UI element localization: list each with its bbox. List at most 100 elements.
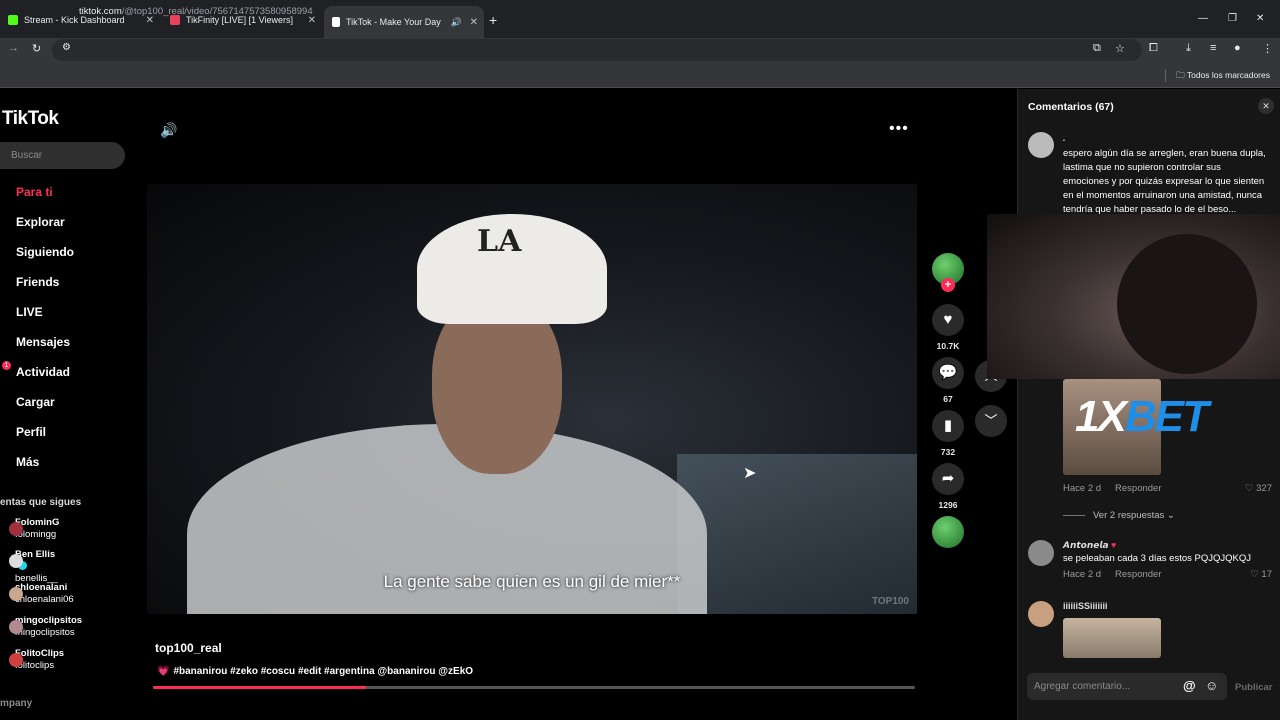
avatar[interactable] xyxy=(1028,540,1054,566)
following-account[interactable]: chloenalani chloenalani06 xyxy=(9,582,74,606)
video-progress-bar[interactable] xyxy=(153,686,915,689)
forward-icon[interactable]: → xyxy=(8,42,19,54)
following-account[interactable]: FolominG folomingg xyxy=(9,517,59,541)
video-player[interactable]: LA La gente sabe quien es un gil de mier… xyxy=(147,184,917,614)
star-icon[interactable]: ☆ xyxy=(1115,42,1125,55)
url-field[interactable] xyxy=(52,39,1142,61)
share-icon[interactable]: ➦ xyxy=(932,463,964,495)
video-author[interactable]: top100_real xyxy=(155,641,222,655)
comment-username[interactable]: 𝘼𝙣𝙩𝙤𝙣𝙚𝙡𝙖 ♥ xyxy=(1063,540,1116,551)
reply-button[interactable]: Responder xyxy=(1115,483,1161,494)
tiktok-icon xyxy=(332,17,340,27)
search-input[interactable]: Buscar xyxy=(0,142,125,169)
tiktok-logo[interactable]: TikTok xyxy=(2,108,59,130)
close-window-icon[interactable]: ✕ xyxy=(1256,13,1264,24)
url-host: tiktok.com xyxy=(79,6,122,17)
all-bookmarks[interactable]: 🗀 Todos los marcadores xyxy=(1176,70,1270,84)
sidebar-item-live[interactable]: LIVE xyxy=(16,305,43,319)
heart-icon: 💗 xyxy=(157,666,170,677)
url-text[interactable]: tiktok.com/@top100_real/video/7567147573… xyxy=(79,6,313,17)
avatar xyxy=(9,620,23,634)
reply-button[interactable]: Responder xyxy=(1115,569,1161,580)
comment-meta: Hace 2 d Responder xyxy=(1063,483,1162,494)
video-watermark: TOP100 xyxy=(871,596,909,607)
heart-outline-icon: ♡ xyxy=(1244,483,1257,494)
comment-text: se peleaban cada 3 días estos PQJQJQKQJ xyxy=(1063,553,1251,564)
comment-icon[interactable]: 💬 xyxy=(932,357,964,389)
close-icon[interactable]: ✕ xyxy=(1258,98,1274,114)
kick-icon xyxy=(8,15,18,25)
emoji-icon[interactable]: ☺ xyxy=(1205,678,1218,693)
comment-image[interactable] xyxy=(1063,618,1161,658)
comment-username[interactable]: . xyxy=(1063,133,1066,143)
reload-icon[interactable]: ↻ xyxy=(32,42,41,55)
sidebar-item-siguiendo[interactable]: Siguiendo xyxy=(16,245,74,259)
avatar[interactable] xyxy=(1028,132,1054,158)
profile-icon[interactable]: ● xyxy=(1234,42,1241,54)
comment-like[interactable]: ♡ 327 xyxy=(1245,483,1272,494)
account-handle: mingoclipsitos xyxy=(15,627,75,638)
bookmark-icon[interactable]: ▮ xyxy=(932,410,964,442)
sidebar-item-mensajes[interactable]: Mensajes xyxy=(16,335,70,349)
account-handle: chloenalani06 xyxy=(15,594,74,605)
follow-plus-icon[interactable]: + xyxy=(941,278,955,292)
address-bar xyxy=(0,38,1280,62)
activity-badge: 1 xyxy=(2,361,11,370)
avatar[interactable] xyxy=(1028,601,1054,627)
site-info-icon[interactable]: ⚙ xyxy=(62,42,71,53)
minimize-icon[interactable]: — xyxy=(1198,13,1208,24)
url-path: /@top100_real/video/7567147573580958994 xyxy=(121,6,313,17)
sidebar-item-actividad[interactable]: Actividad xyxy=(16,365,70,379)
volume-icon[interactable]: 🔊 xyxy=(160,122,177,139)
music-disc-avatar[interactable] xyxy=(932,516,964,548)
comment-like-count: 17 xyxy=(1261,569,1272,580)
video-caption: 💗 #bananirou #zeko #coscu #edit #argentin… xyxy=(157,666,473,677)
sidebar-item-mas[interactable]: Más xyxy=(16,455,39,469)
folder-icon: 🗀 xyxy=(1176,70,1187,80)
following-account[interactable]: mingoclipsitos mingoclipsitos xyxy=(9,615,82,639)
comment-text: espero algún día se arreglen, eran buena… xyxy=(1063,148,1266,215)
sidebar-item-perfil[interactable]: Perfil xyxy=(16,425,46,439)
menu-icon[interactable]: ⋮ xyxy=(1262,42,1273,55)
sidebar-item-friends[interactable]: Friends xyxy=(16,275,59,289)
footer-company[interactable]: mpany xyxy=(0,698,32,709)
tab-tiktok[interactable]: TikTok - Make Your Day 🔊 ✕ xyxy=(324,6,484,38)
speaker-icon[interactable]: 🔊 xyxy=(451,17,462,28)
comment-input[interactable]: Agregar comentario... @ ☺ xyxy=(1027,673,1227,700)
avatar xyxy=(9,554,23,568)
publish-button[interactable]: Publicar xyxy=(1235,682,1273,693)
plus-icon[interactable]: + xyxy=(489,12,497,28)
comment-like-count: 327 xyxy=(1256,483,1272,494)
comment-username[interactable]: iiiiiiSSiiiiiii xyxy=(1063,601,1108,611)
sidebar-item-explorar[interactable]: Explorar xyxy=(16,215,65,229)
sidebar-item-para-ti[interactable]: Para ti xyxy=(16,185,53,199)
mention-icon[interactable]: @ xyxy=(1183,678,1196,693)
sidebar-item-cargar[interactable]: Cargar xyxy=(16,395,55,409)
close-icon[interactable]: ✕ xyxy=(470,17,478,28)
following-account[interactable]: Ben Ellis benellis__ xyxy=(9,549,58,585)
video-subtitle: La gente sabe quien es un gil de mier** xyxy=(383,572,681,591)
view-replies-button[interactable]: Ver 2 respuestas ⌄ xyxy=(1063,510,1175,521)
share-count: 1296 xyxy=(938,500,958,510)
extensions-icon[interactable]: ⧠ xyxy=(1149,42,1158,55)
search-placeholder: Buscar xyxy=(11,150,43,161)
save-count: 732 xyxy=(940,447,956,457)
comment-placeholder: Agregar comentario... xyxy=(1034,681,1131,692)
more-options-icon[interactable]: ••• xyxy=(889,120,909,138)
ad-logo-part: 1X xyxy=(1075,392,1127,441)
media-icon[interactable]: ≡ xyxy=(1210,42,1216,54)
cast-icon[interactable]: ⧉ xyxy=(1093,42,1101,55)
divider xyxy=(1165,69,1166,82)
maximize-icon[interactable]: ❐ xyxy=(1228,13,1237,24)
webcam-overlay xyxy=(987,214,1280,379)
following-account[interactable]: FolitoClips folitoclips xyxy=(9,648,64,672)
avatar xyxy=(9,522,23,536)
like-heart-icon[interactable]: ♥ xyxy=(932,304,964,336)
comments-title: Comentarios (67) xyxy=(1028,101,1114,113)
comment-meta: Hace 2 d Responder xyxy=(1063,569,1162,580)
caption-text[interactable]: #bananirou #zeko #coscu #edit #argentina… xyxy=(173,666,473,677)
chevron-down-icon[interactable]: ﹀ xyxy=(975,405,1007,437)
account-name: chloenalani xyxy=(15,582,68,593)
comment-like[interactable]: ♡ 17 xyxy=(1250,569,1272,580)
download-icon[interactable]: ⤓ xyxy=(1186,42,1191,55)
